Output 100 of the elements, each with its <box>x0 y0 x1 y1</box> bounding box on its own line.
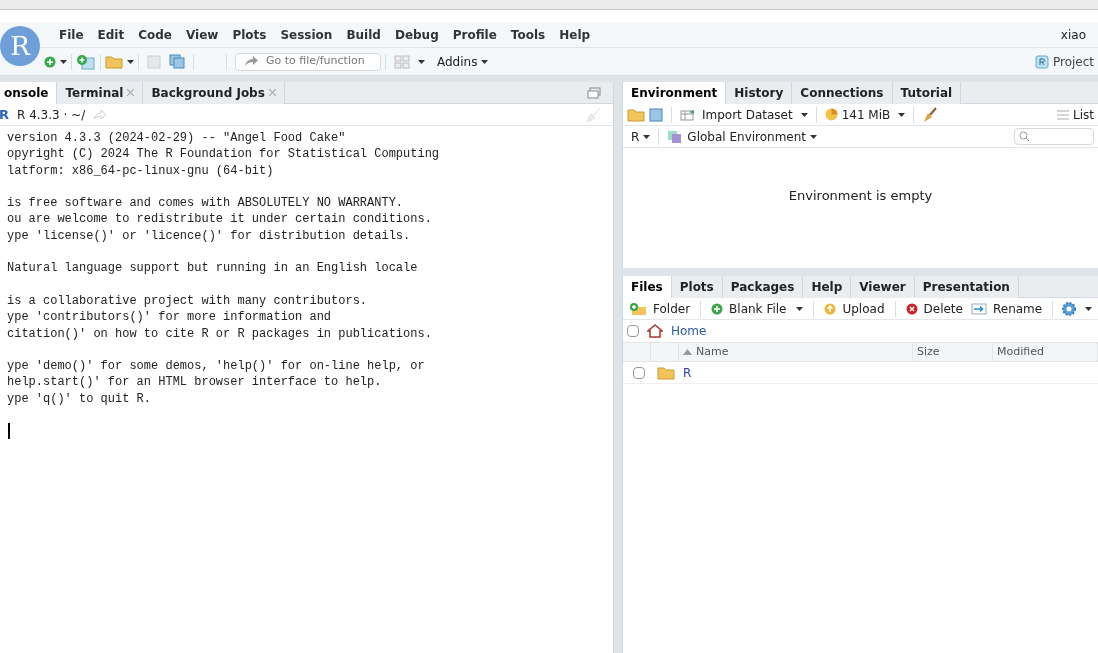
console-line: help.start()' for an HTML browser interface to help. <box>6 374 382 391</box>
pane-tab[interactable]: Connections <box>792 82 893 104</box>
view-mode-button[interactable]: List <box>1057 105 1094 124</box>
menu-item[interactable]: Plots <box>225 25 274 44</box>
checkbox[interactable] <box>627 325 639 337</box>
new-project-icon[interactable] <box>76 53 96 70</box>
save-all-icon[interactable] <box>169 54 185 69</box>
caret-icon <box>418 59 425 64</box>
pane-tab[interactable]: Plots <box>671 276 723 298</box>
file-action-button[interactable]: Upload <box>822 299 887 318</box>
open-folder-icon <box>627 107 645 122</box>
menu-item[interactable]: Session <box>273 25 340 44</box>
project-icon <box>1034 54 1049 69</box>
project-button[interactable]: Project <box>1052 52 1094 71</box>
arrow-icon[interactable] <box>93 109 108 120</box>
menu-item[interactable]: Help <box>552 25 598 44</box>
console-line: opyright (C) 2024 The R Foundation for Statistical Computing <box>6 146 440 163</box>
console-line: is a collaborative project with many contributors. <box>6 292 368 310</box>
console-line: ype 'contributors()' for more information and <box>6 309 332 326</box>
sort-icon <box>683 349 692 355</box>
console-line: ype 'q()' to quit R. <box>6 390 152 408</box>
grid-icon[interactable] <box>394 54 410 69</box>
pane-tab[interactable]: onsole <box>0 81 58 104</box>
pane-tab[interactable]: Terminal <box>57 81 144 104</box>
checkbox[interactable] <box>633 366 645 379</box>
environment-icon <box>667 129 684 144</box>
save-icon[interactable] <box>649 107 663 122</box>
menu-item[interactable]: Edit <box>90 25 132 44</box>
menu-item[interactable]: Debug <box>387 25 446 44</box>
language-dropdown[interactable]: R <box>631 127 651 146</box>
column-header[interactable]: Name <box>679 343 913 361</box>
console-line: latform: x86_64-pc-linux-gnu (64-bit) <box>6 162 274 179</box>
file-action-button[interactable]: Delete <box>903 299 965 318</box>
caret-icon <box>481 59 489 64</box>
go-to-file-field[interactable]: Go to file/function <box>235 52 381 71</box>
caret-icon <box>898 112 906 117</box>
file-action-button[interactable]: Rename <box>968 299 1045 318</box>
gear-icon[interactable] <box>1061 300 1078 317</box>
pane-tab[interactable]: Presentation <box>914 276 1019 298</box>
caret-icon <box>1085 306 1093 311</box>
search-field[interactable] <box>1014 128 1094 145</box>
broom-icon[interactable] <box>922 106 939 123</box>
file-link[interactable]: R <box>683 363 692 382</box>
caret-icon <box>127 59 134 64</box>
file-action-button[interactable]: Blank File <box>709 299 806 318</box>
console-line: citation()' on how to cite R or R packages in publications. <box>6 325 432 342</box>
empty-message: Environment is empty <box>788 187 933 205</box>
pane-tab[interactable]: Environment <box>623 82 727 104</box>
close-icon[interactable] <box>268 89 276 96</box>
pane-tab[interactable]: Files <box>623 276 672 298</box>
caret-icon <box>800 112 808 117</box>
console-line: Natural language support but running in an English locale <box>6 260 418 277</box>
upload-icon <box>824 302 837 315</box>
pane-tab[interactable]: Help <box>803 276 852 298</box>
memory-usage-button[interactable]: 141 MiB <box>824 105 906 124</box>
folder-icon <box>657 365 675 380</box>
new-folder-icon <box>629 301 647 316</box>
pane-tab[interactable]: Packages <box>722 276 804 298</box>
list-icon <box>1057 109 1069 120</box>
file-action-button[interactable]: Folder <box>627 299 693 318</box>
column-header[interactable]: Modified <box>993 343 1098 361</box>
add-icon <box>711 302 724 315</box>
pane-tab[interactable]: History <box>726 82 793 104</box>
arrow-icon <box>244 56 258 67</box>
import-dataset-button[interactable]: Import Dataset <box>680 105 808 124</box>
r-logo: R <box>0 26 40 66</box>
delete-icon <box>905 302 918 315</box>
console-line: version 4.3.3 (2024-02-29) -- "Angel Food Cake" <box>6 130 346 147</box>
console-line: ou are welcome to redistribute it under certain conditions. <box>6 211 432 228</box>
menu-item[interactable]: Profile <box>445 25 504 44</box>
r-icon: R <box>0 104 9 125</box>
working-directory: R 4.3.3 · ~/ <box>17 106 86 124</box>
menu-item[interactable]: File <box>52 25 91 44</box>
caret-icon <box>643 134 651 139</box>
pane-tab[interactable]: Tutorial <box>892 82 962 104</box>
menu-item[interactable]: Code <box>131 25 179 44</box>
menu-item[interactable]: Build <box>339 25 388 44</box>
console-line: is free software and comes with ABSOLUTELY NO WARRANTY. <box>6 195 404 212</box>
caret-icon <box>810 134 818 139</box>
addins-button[interactable]: Addins <box>437 52 489 71</box>
save-icon[interactable] <box>147 54 161 69</box>
home-icon <box>647 324 663 338</box>
open-folder-icon <box>105 54 123 69</box>
column-header[interactable]: Size <box>913 343 993 361</box>
user-name: xiao <box>1060 26 1086 44</box>
rename-icon <box>970 302 987 315</box>
search-icon <box>1019 131 1030 142</box>
add-icon[interactable] <box>44 55 56 68</box>
pane-tab[interactable]: Background Jobs <box>143 81 285 104</box>
pie-icon <box>824 108 838 121</box>
console-line: ype 'license()' or 'licence()' for distribution details. <box>6 227 411 245</box>
menu-item[interactable]: View <box>179 25 226 44</box>
breadcrumb-link[interactable]: Home <box>671 322 707 340</box>
text-cursor <box>8 423 10 440</box>
menu-item[interactable]: Tools <box>503 25 553 44</box>
environment-dropdown[interactable]: Global Environment <box>687 127 818 146</box>
close-icon[interactable] <box>127 89 135 96</box>
caret-icon <box>60 59 67 64</box>
restore-icon[interactable] <box>587 86 601 99</box>
pane-tab[interactable]: Viewer <box>851 276 915 298</box>
